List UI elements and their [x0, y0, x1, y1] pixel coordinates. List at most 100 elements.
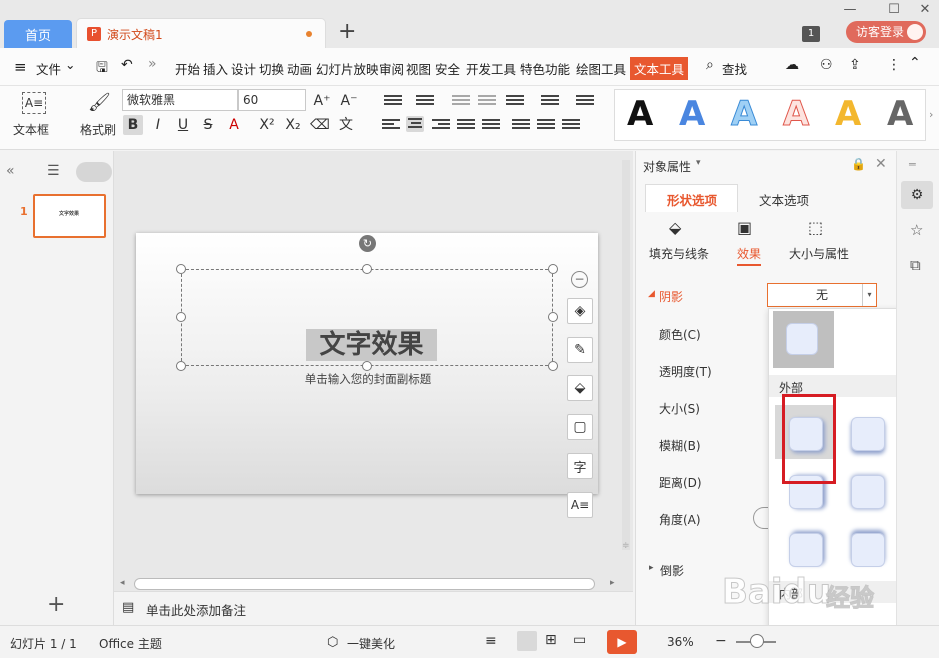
new-tab-button[interactable]: + — [338, 21, 358, 44]
lock-icon[interactable]: 🔒 — [851, 157, 866, 171]
shadow-preset-dropdown[interactable]: 无 ▾ — [767, 283, 877, 307]
beautify-button[interactable]: 一键美化 — [347, 635, 395, 652]
line-spacing-icon[interactable] — [512, 117, 530, 133]
magic-icon[interactable]: ☆ — [910, 221, 923, 239]
numbering-icon[interactable] — [416, 93, 434, 109]
resize-handle[interactable] — [362, 361, 372, 371]
zoom-level[interactable]: 36% — [667, 635, 694, 649]
menu-start[interactable]: 开始 — [175, 59, 200, 78]
vertical-scrollbar[interactable] — [622, 160, 630, 550]
resize-handle[interactable] — [548, 312, 558, 322]
tab-document[interactable]: P 演示文稿1 — [76, 18, 326, 48]
tab-text-options[interactable]: 文本选项 — [759, 190, 809, 209]
reflection-section-label[interactable]: 倒影 — [660, 562, 684, 579]
text-style-gold[interactable]: A — [835, 94, 861, 134]
zoom-slider-thumb[interactable] — [750, 634, 764, 648]
effect-icon[interactable]: ▣ — [737, 218, 752, 237]
expand-reflection-icon[interactable]: ▸ — [649, 563, 654, 573]
shrink-font-icon[interactable]: A⁻ — [339, 91, 359, 111]
notes-placeholder[interactable]: 单击此处添加备注 — [146, 600, 246, 619]
fill-bucket-icon[interactable]: ⬙ — [567, 375, 593, 401]
collaborate-icon[interactable]: ⚇ — [820, 57, 833, 73]
text-style-gallery[interactable]: A A A A A A — [614, 89, 926, 141]
align-right-icon[interactable] — [432, 117, 450, 133]
panel-title-dropdown-icon[interactable]: ▾ — [696, 158, 701, 168]
layers-icon[interactable]: ◈ — [567, 298, 593, 324]
bullets-icon[interactable] — [384, 93, 402, 109]
text-direction-icon[interactable] — [506, 93, 524, 109]
increase-indent-icon[interactable] — [478, 93, 496, 109]
horizontal-scrollbar[interactable] — [134, 578, 595, 590]
phonetic-icon[interactable]: 文 — [336, 115, 356, 135]
shadow-outer-2[interactable] — [851, 417, 885, 451]
menu-features[interactable]: 特色功能 — [520, 59, 570, 78]
menu-file[interactable]: 文件 — [36, 59, 61, 78]
collapse-toolbar-icon[interactable]: − — [571, 271, 588, 288]
more-chevron-icon[interactable]: » — [148, 56, 157, 72]
slide-subtitle[interactable]: 单击输入您的封面副标题 — [286, 371, 450, 387]
notes-toggle-icon[interactable]: ≡ — [485, 633, 497, 649]
align-left-icon[interactable] — [382, 117, 400, 133]
theme-name[interactable]: Office 主题 — [99, 635, 162, 652]
properties-toggle-icon[interactable]: ⚙ — [901, 181, 933, 209]
paragraph-settings-icon[interactable] — [562, 117, 580, 133]
expand-shadow-icon[interactable]: ◢ — [648, 289, 655, 299]
decrease-indent-icon[interactable] — [452, 93, 470, 109]
align-text-icon[interactable] — [541, 93, 559, 109]
transform-icon[interactable]: ⧉ — [910, 256, 921, 274]
collapse-panel-icon[interactable]: « — [6, 163, 15, 179]
resize-handle[interactable] — [362, 264, 372, 274]
tab-home[interactable]: 首页 — [4, 20, 72, 48]
outline-icon[interactable]: ▢ — [567, 414, 593, 440]
size-icon[interactable]: ⬚ — [808, 218, 823, 237]
share-icon[interactable]: ⇪ — [849, 57, 861, 73]
menu-view[interactable]: 视图 — [406, 59, 431, 78]
menu-insert[interactable]: 插入 — [203, 59, 228, 78]
format-painter-icon[interactable]: 🖌 — [88, 92, 111, 113]
search-icon[interactable]: ⌕ — [706, 57, 714, 73]
reading-view-icon[interactable]: ▭ — [573, 632, 586, 648]
resize-handle[interactable] — [548, 361, 558, 371]
resize-handle[interactable] — [176, 361, 186, 371]
slide-title[interactable]: 文字效果 — [306, 329, 437, 361]
resize-handle[interactable] — [548, 264, 558, 274]
sub-tab-effect[interactable]: 效果 — [737, 245, 762, 266]
smartart-icon[interactable] — [576, 93, 594, 109]
shadow-section-label[interactable]: 阴影 — [659, 288, 683, 305]
grow-font-icon[interactable]: A⁺ — [312, 91, 332, 111]
align-center-icon[interactable] — [406, 116, 424, 132]
zoom-out-icon[interactable]: − — [715, 633, 727, 649]
text-style-black[interactable]: A — [627, 94, 653, 134]
minimize-icon[interactable]: — — [839, 2, 861, 18]
menu-design[interactable]: 设计 — [231, 59, 256, 78]
text-style-outline-red[interactable]: A — [782, 94, 809, 135]
strikethrough-icon[interactable]: S — [198, 115, 218, 135]
italic-icon[interactable]: I — [148, 115, 168, 135]
text-wrap-icon[interactable]: 字 — [567, 453, 593, 479]
sub-tab-fill-line[interactable]: 填充与线条 — [649, 245, 709, 262]
font-name-select[interactable]: 微软雅黑 — [122, 89, 238, 111]
text-style-blue[interactable]: A — [679, 94, 705, 134]
undo-icon[interactable]: ↶ — [121, 57, 133, 73]
more-options-icon[interactable]: ⋮ — [887, 57, 901, 73]
cloud-icon[interactable]: ☁ — [785, 57, 799, 73]
beautify-icon[interactable]: ⬡ — [327, 635, 338, 650]
shadow-outer-7[interactable] — [789, 533, 823, 567]
shadow-none-swatch[interactable] — [773, 311, 834, 368]
menu-text-tools[interactable]: 文本工具 — [630, 57, 689, 80]
sorter-view-icon[interactable]: ⊞ — [545, 632, 557, 648]
pen-icon[interactable]: ✎ — [567, 337, 593, 363]
superscript-icon[interactable]: X² — [257, 115, 277, 135]
shadow-outer-5[interactable] — [851, 475, 885, 509]
paragraph-spacing-icon[interactable] — [537, 117, 555, 133]
menu-transition[interactable]: 切换 — [259, 59, 284, 78]
fill-line-icon[interactable]: ⬙ — [669, 218, 681, 237]
normal-view-icon[interactable] — [517, 631, 537, 651]
underline-icon[interactable]: U — [173, 115, 193, 135]
subscript-icon[interactable]: X₂ — [283, 115, 303, 135]
textbox-label[interactable]: 文本框 — [13, 121, 49, 138]
resize-handle[interactable] — [176, 312, 186, 322]
add-slide-icon[interactable]: + — [47, 592, 65, 617]
save-icon[interactable]: 🖫 — [96, 57, 108, 81]
outline-view-icon[interactable]: ☰ — [47, 163, 60, 179]
